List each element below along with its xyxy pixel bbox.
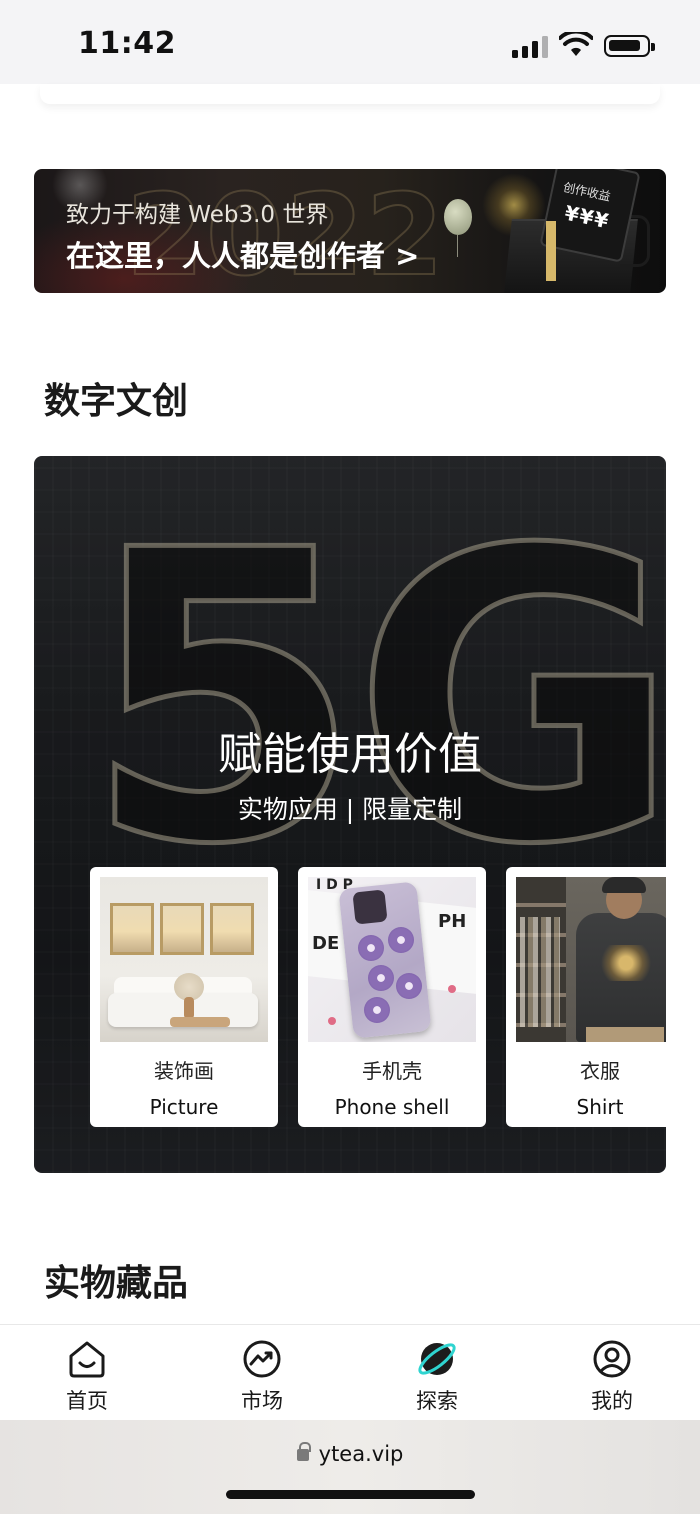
url-display[interactable]: ytea.vip xyxy=(0,1442,700,1466)
url-text: ytea.vip xyxy=(318,1442,404,1466)
market-trend-icon xyxy=(243,1340,281,1378)
tab-label: 探索 xyxy=(416,1389,458,1413)
wifi-icon xyxy=(559,32,593,56)
product-name-cn: 衣服 xyxy=(580,1059,620,1083)
lock-icon xyxy=(296,1442,311,1461)
hero-title: 赋能使用价值 xyxy=(218,729,482,780)
tab-home[interactable]: 首页 xyxy=(32,1325,142,1421)
product-image xyxy=(516,877,666,1042)
home-indicator[interactable] xyxy=(226,1490,475,1499)
browser-address-bar[interactable]: ytea.vip xyxy=(0,1420,700,1514)
tab-label: 市场 xyxy=(241,1389,283,1413)
product-name-en: Picture xyxy=(149,1095,219,1119)
product-image: DE PH I D P xyxy=(308,877,476,1042)
product-image xyxy=(100,877,268,1042)
hero-5g-card[interactable]: 5G 赋能使用价值 实物应用 | 限量定制 装饰画 Picture DE PH … xyxy=(34,456,666,1173)
balloon-icon xyxy=(444,199,472,235)
battery-icon xyxy=(604,35,655,57)
product-carousel[interactable]: 装饰画 Picture DE PH I D P 手机壳 Phone shell xyxy=(90,867,666,1129)
product-name-en: Shirt xyxy=(576,1095,624,1119)
tab-explore[interactable]: 探索 xyxy=(382,1325,492,1421)
product-name-cn: 手机壳 xyxy=(362,1059,422,1083)
tab-market[interactable]: 市场 xyxy=(207,1325,317,1421)
home-icon xyxy=(69,1341,105,1378)
section-title-physical: 实物藏品 xyxy=(44,1263,189,1304)
product-card-picture[interactable]: 装饰画 Picture xyxy=(90,867,278,1127)
section-title-digital: 数字文创 xyxy=(44,381,189,422)
banner-line1: 致力于构建 Web3.0 世界 xyxy=(66,202,329,228)
product-name-en: Phone shell xyxy=(334,1095,450,1119)
tab-label: 首页 xyxy=(66,1389,108,1413)
tab-profile[interactable]: 我的 xyxy=(557,1325,667,1421)
previous-card-edge xyxy=(40,84,660,104)
product-card-phone-shell[interactable]: DE PH I D P 手机壳 Phone shell xyxy=(298,867,486,1127)
hero-subtitle: 实物应用 | 限量定制 xyxy=(237,795,463,824)
banner-cta[interactable]: 在这里，人人都是创作者 > xyxy=(66,233,419,275)
status-bar: 11:42 xyxy=(0,0,700,84)
status-time: 11:42 xyxy=(78,26,176,61)
profile-icon xyxy=(593,1340,631,1378)
cellular-signal-icon xyxy=(512,36,548,58)
product-card-shirt[interactable]: 衣服 Shirt xyxy=(506,867,666,1127)
explore-planet-icon xyxy=(418,1343,456,1375)
bottom-tab-bar: 首页 市场 探索 我的 xyxy=(0,1324,700,1420)
tab-label: 我的 xyxy=(591,1389,633,1413)
product-name-cn: 装饰画 xyxy=(154,1059,214,1083)
creator-banner[interactable]: 2022 致力于构建 Web3.0 世界 在这里，人人都是创作者 > 创作收益 … xyxy=(34,169,666,293)
